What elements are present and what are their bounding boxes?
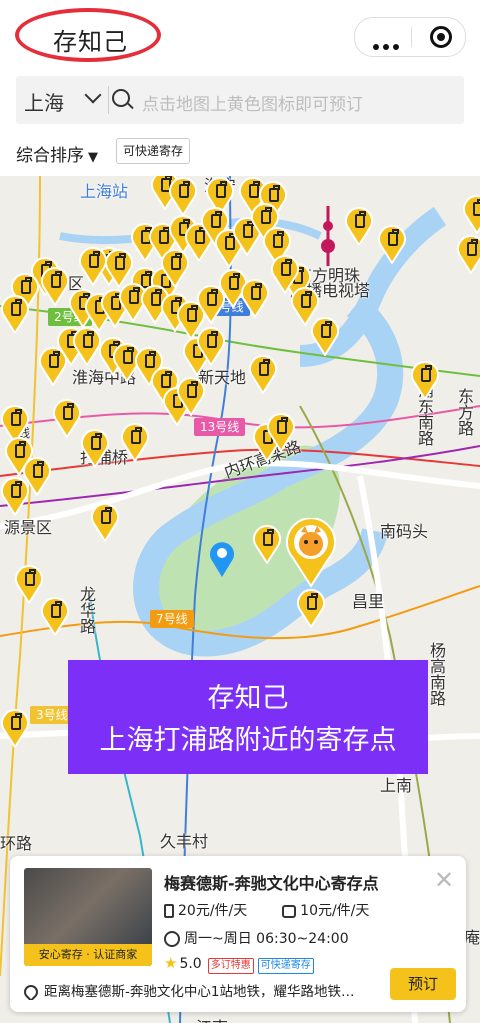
metro-line-tag: 13号线 xyxy=(194,418,246,436)
caret-down-icon: ▼ xyxy=(88,150,98,165)
luggage-pin-icon[interactable] xyxy=(160,248,190,288)
star-icon: ★ xyxy=(164,954,178,972)
location-row: 距离梅塞德斯-奔驰文化中心1站地铁，耀华路地铁… xyxy=(24,980,384,1000)
luggage-pin-icon[interactable] xyxy=(240,278,270,318)
luggage-pin-icon[interactable] xyxy=(248,354,278,394)
book-button[interactable]: 预订 xyxy=(390,968,456,1000)
blue-location-pin-icon xyxy=(208,540,236,578)
luggage-pin-icon[interactable] xyxy=(196,326,226,366)
store-photo: 安心寄存 · 认证商家 xyxy=(24,868,152,966)
map-label: 源景区 xyxy=(4,518,53,537)
metro-line-tag: 7号线 xyxy=(150,610,194,628)
map-label: 上海站 xyxy=(80,182,129,201)
map-label: 庵 xyxy=(464,928,480,947)
luggage-pin-icon[interactable] xyxy=(252,524,282,564)
luggage-pin-icon[interactable] xyxy=(410,360,440,400)
luggage-pin-icon[interactable] xyxy=(168,176,198,216)
map-label: 南码头 xyxy=(380,522,429,541)
banner-subtitle: 上海打浦路附近的寄存点 xyxy=(99,725,397,756)
luggage-pin-icon[interactable] xyxy=(52,398,82,438)
luggage-pin-icon[interactable] xyxy=(377,224,407,264)
map-label: 昌里 xyxy=(352,592,385,611)
sort-label: 综合排序 xyxy=(16,146,84,166)
storage-point-card[interactable]: 安心寄存 · 认证商家 梅赛德斯-奔驰文化中心寄存点 ✕ 20元/件/天 10元… xyxy=(10,856,466,1012)
rating-row: ★ 5.0 多订特惠 可快递寄存 xyxy=(164,954,314,974)
luggage-pin-icon[interactable] xyxy=(310,316,340,356)
map-label: 久丰村 xyxy=(160,832,209,851)
mini-program-capsule xyxy=(354,17,466,57)
luggage-pin-icon[interactable] xyxy=(296,588,326,628)
store-title: 梅赛德斯-奔驰文化中心寄存点 xyxy=(164,874,379,893)
luggage-pin-icon[interactable] xyxy=(266,412,296,452)
tiger-mascot-pin-icon[interactable] xyxy=(285,518,337,588)
filter-row: 综合排序 ▼ 可快递寄存 xyxy=(0,132,480,177)
search-box[interactable]: 上海 点击地图上黄色图标即可预订 xyxy=(16,76,464,124)
map-label: 东方路 xyxy=(455,388,474,436)
opening-hours: 周一~周日 06:30~24:00 xyxy=(184,931,349,947)
luggage-pin-icon[interactable] xyxy=(456,234,480,274)
more-dots-icon[interactable] xyxy=(373,35,403,54)
luggage-pin-icon[interactable] xyxy=(80,428,110,468)
luggage-pin-icon[interactable] xyxy=(0,294,30,334)
luggage-pin-icon[interactable] xyxy=(176,376,206,416)
rating-value: 5.0 xyxy=(179,956,202,972)
discount-tag: 多订特惠 xyxy=(207,958,254,974)
map-label: 江南 xyxy=(196,1014,228,1023)
target-circle-icon[interactable] xyxy=(430,26,452,48)
certified-badge: 安心寄存 · 认证商家 xyxy=(24,944,152,966)
red-highlight-ring xyxy=(15,8,161,62)
bag-icon xyxy=(282,904,297,918)
map-label: 环路 xyxy=(0,834,33,853)
promo-banner: 存知己 上海打浦路附近的寄存点 xyxy=(68,660,428,774)
hours-row: 周一~周日 06:30~24:00 xyxy=(164,928,349,948)
chevron-down-icon[interactable] xyxy=(84,86,102,104)
location-text: 距离梅塞德斯-奔驰文化中心1站地铁，耀华路地铁… xyxy=(44,984,355,1000)
luggage-pin-icon[interactable] xyxy=(344,206,374,246)
luggage-pin-icon[interactable] xyxy=(0,476,30,516)
luggage-pin-icon[interactable] xyxy=(40,266,70,306)
luggage-pin-icon[interactable] xyxy=(120,422,150,462)
suitcase-icon xyxy=(164,904,174,918)
clock-icon xyxy=(164,931,180,947)
price-row: 20元/件/天 10元/件/天 xyxy=(164,900,369,920)
map-label: 上南 xyxy=(380,776,413,795)
capsule-divider xyxy=(411,27,412,47)
luggage-pin-icon[interactable] xyxy=(462,194,480,234)
city-selector[interactable]: 上海 xyxy=(24,87,64,116)
express-tag: 可快递寄存 xyxy=(257,958,314,974)
luggage-pin-icon[interactable] xyxy=(90,502,120,542)
search-input[interactable]: 点击地图上黄色图标即可预订 xyxy=(142,90,363,115)
search-divider xyxy=(108,86,109,114)
close-icon[interactable]: ✕ xyxy=(434,866,454,894)
suitcase-price: 20元/件/天 xyxy=(178,903,248,919)
bag-price: 10元/件/天 xyxy=(300,903,370,919)
top-bar: 存知己 xyxy=(0,0,480,72)
search-row: 上海 点击地图上黄色图标即可预订 xyxy=(0,72,480,132)
luggage-pin-icon[interactable] xyxy=(0,708,30,748)
search-icon xyxy=(112,89,130,107)
location-pin-icon xyxy=(24,982,41,1000)
express-storage-filter[interactable]: 可快递寄存 xyxy=(116,138,191,164)
banner-title: 存知己 xyxy=(207,683,289,714)
luggage-pin-icon[interactable] xyxy=(40,596,70,636)
map-label: 龙华路 xyxy=(77,586,96,634)
sort-dropdown[interactable]: 综合排序 ▼ xyxy=(16,141,98,166)
